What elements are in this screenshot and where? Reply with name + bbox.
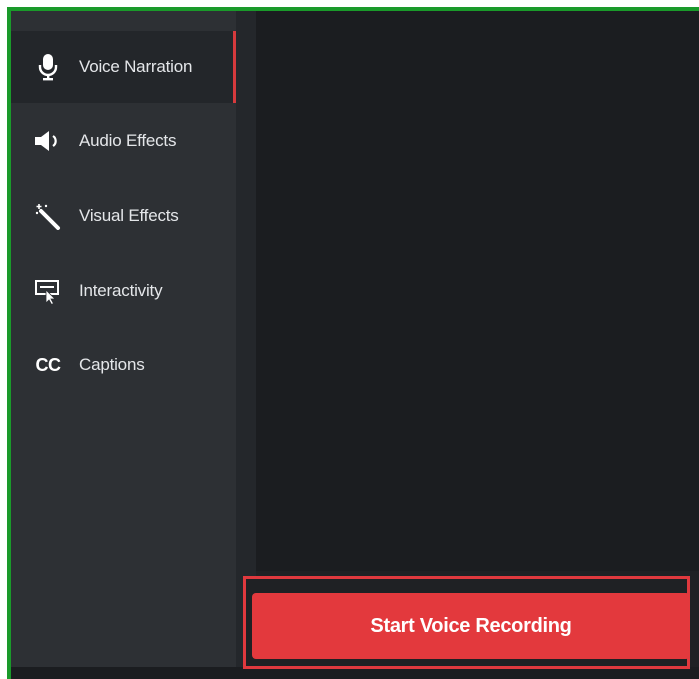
sidebar-item-label: Visual Effects <box>79 206 179 225</box>
app-window: Voice Narration Audio Effects Visual Eff… <box>11 11 699 679</box>
sidebar-item-visual-effects[interactable]: Visual Effects <box>11 180 236 252</box>
sidebar-item-label: Captions <box>79 355 145 374</box>
speaker-icon <box>33 126 63 156</box>
closed-captions-icon: CC <box>35 354 62 375</box>
microphone-icon <box>33 52 63 82</box>
properties-panel <box>256 11 699 571</box>
sidebar-item-captions[interactable]: CC Captions <box>11 329 236 401</box>
tools-sidebar: Voice Narration Audio Effects Visual Eff… <box>11 11 236 679</box>
sidebar-item-label: Audio Effects <box>79 131 177 150</box>
sidebar-item-audio-effects[interactable]: Audio Effects <box>11 105 236 177</box>
interactivity-icon <box>33 276 63 306</box>
sidebar-item-label: Voice Narration <box>79 57 193 76</box>
sidebar-item-voice-narration[interactable]: Voice Narration <box>11 31 236 103</box>
sidebar-item-label: Interactivity <box>79 281 163 300</box>
start-voice-recording-button[interactable]: Start Voice Recording <box>252 593 690 659</box>
magic-wand-icon <box>33 201 63 231</box>
sidebar-item-interactivity[interactable]: Interactivity <box>11 255 236 327</box>
